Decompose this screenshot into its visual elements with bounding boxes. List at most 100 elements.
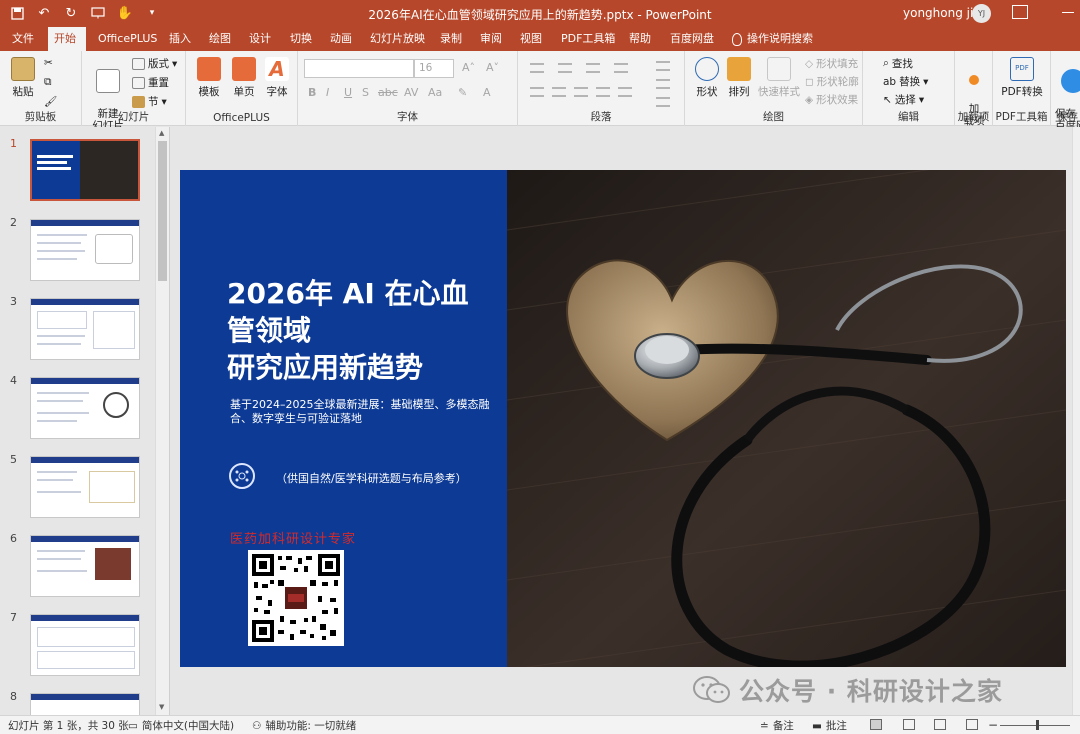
slideshow-view-icon[interactable] [966, 719, 978, 730]
slide-thumbnail-1[interactable] [30, 139, 140, 201]
accessibility-icon: ⚇ [252, 719, 262, 732]
slide-thumbnail-2[interactable] [30, 219, 140, 281]
shape-fill-button[interactable]: ◇ 形状填充 [805, 56, 858, 71]
comment-icon: ▬ [812, 719, 822, 732]
slide-thumbnail-8[interactable] [30, 693, 140, 715]
format-painter-icon[interactable]: 🖌 [44, 95, 57, 108]
zoom-slider[interactable] [1000, 725, 1070, 726]
font-color-icon[interactable]: A [483, 86, 491, 99]
thumbnail-scrollbar[interactable]: ▲ ▼ [155, 127, 169, 715]
stethoscope-heart-photo[interactable] [507, 170, 1066, 667]
slide-expert-label[interactable]: 医药加科研设计专家 [230, 528, 356, 547]
normal-view-icon[interactable] [870, 719, 882, 730]
shapes-button[interactable]: 形状 [693, 55, 721, 99]
template-button[interactable]: 模板 [194, 55, 224, 99]
tab-review[interactable]: 审阅 [474, 27, 508, 51]
smartart-icon[interactable] [656, 97, 670, 107]
cut-icon[interactable]: ✂ [44, 57, 53, 69]
tab-slideshow[interactable]: 幻灯片放映 [364, 27, 431, 51]
slide[interactable]: 2026年 AI 在心血 管领域 研究应用新趋势 基于2024–2025全球最新… [180, 170, 1066, 667]
reset-button[interactable]: 重置 [132, 75, 169, 90]
layout-icon [132, 57, 145, 70]
paste-button[interactable]: 粘贴 [8, 55, 38, 99]
italic-icon[interactable]: I [326, 86, 329, 99]
distribute-icon[interactable] [618, 87, 632, 97]
ribbon-display-options-icon[interactable] [1012, 5, 1028, 19]
slide-thumbnail-4[interactable] [30, 377, 140, 439]
increase-font-icon[interactable]: A˄ [462, 61, 475, 74]
copy-icon[interactable]: ⧉ [44, 76, 52, 89]
shape-outline-button[interactable]: ◻ 形状轮廓 [805, 74, 859, 89]
bold-icon[interactable]: B [308, 86, 316, 99]
avatar[interactable]: YJ [972, 4, 991, 23]
pdf-convert-button[interactable]: PDF PDF转换 [997, 55, 1047, 99]
minimize-icon[interactable] [1062, 12, 1074, 13]
quick-styles-button[interactable]: 快速样式 [757, 55, 801, 99]
accessibility-status[interactable]: ⚇ 辅助功能: 一切就绪 [252, 718, 356, 733]
find-button[interactable]: ⌕ 查找 [883, 56, 913, 71]
slide-thumbnail-3[interactable] [30, 298, 140, 360]
help-search[interactable]: 操作说明搜索 [732, 27, 813, 51]
tab-file[interactable]: 文件 [6, 27, 40, 51]
reading-view-icon[interactable] [934, 719, 946, 730]
font-size-field[interactable]: 16 [414, 59, 454, 78]
slide-title[interactable]: 2026年 AI 在心血 管领域 研究应用新趋势 [227, 275, 507, 386]
replace-button[interactable]: ab 替换 ▾ [883, 74, 928, 89]
align-right-icon[interactable] [574, 87, 588, 97]
align-center-icon[interactable] [552, 87, 566, 97]
tab-draw[interactable]: 绘图 [203, 27, 237, 51]
font-name-field[interactable] [304, 59, 414, 78]
arrange-button[interactable]: 排列 [725, 55, 753, 99]
increase-indent-icon[interactable] [614, 63, 628, 73]
tab-view[interactable]: 视图 [514, 27, 548, 51]
officeplus-font-button[interactable]: A 字体 [262, 55, 292, 99]
underline-icon[interactable]: U [344, 86, 352, 99]
slide-thumbnail-5[interactable] [30, 456, 140, 518]
align-left-icon[interactable] [530, 87, 544, 97]
shadow-icon[interactable]: S [362, 86, 369, 99]
slide-sorter-view-icon[interactable] [903, 719, 915, 730]
text-direction-icon[interactable] [656, 61, 670, 71]
section-button[interactable]: 节 ▾ [132, 94, 167, 109]
tab-home[interactable]: 开始 [48, 27, 86, 51]
strikethrough-icon[interactable]: abc [378, 86, 398, 99]
zoom-out-icon[interactable]: − [988, 718, 998, 732]
user-name[interactable]: yonghong jin [903, 6, 981, 20]
tab-design[interactable]: 设计 [243, 27, 277, 51]
shape-effects-button[interactable]: ◈ 形状效果 [805, 92, 858, 107]
tab-insert[interactable]: 插入 [163, 27, 197, 51]
char-spacing-icon[interactable]: AV [404, 86, 418, 99]
scroll-down-icon[interactable]: ▼ [159, 703, 164, 711]
align-text-icon[interactable] [656, 79, 670, 89]
language-status[interactable]: ▭ 简体中文(中国大陆) [128, 718, 234, 733]
slide-thumbnail-6[interactable] [30, 535, 140, 597]
single-page-button[interactable]: 单页 [229, 55, 259, 99]
justify-icon[interactable] [596, 87, 610, 97]
tab-transitions[interactable]: 切换 [284, 27, 318, 51]
zoom-slider-handle[interactable] [1036, 720, 1039, 730]
numbering-icon[interactable] [558, 63, 572, 73]
decrease-font-icon[interactable]: A˅ [486, 61, 499, 74]
editor-scrollbar[interactable] [1072, 127, 1080, 715]
tab-animations[interactable]: 动画 [324, 27, 358, 51]
scroll-up-icon[interactable]: ▲ [159, 129, 164, 137]
tab-record[interactable]: 录制 [434, 27, 468, 51]
highlight-icon[interactable]: ✎ [458, 86, 467, 99]
notes-button[interactable]: ≐ 备注 [760, 718, 794, 733]
comments-button[interactable]: ▬ 批注 [812, 718, 847, 733]
slide-thumbnail-7[interactable] [30, 614, 140, 676]
tab-baidu-netdisk[interactable]: 百度网盘 [664, 27, 720, 51]
change-case-icon[interactable]: Aa [428, 86, 442, 99]
decrease-indent-icon[interactable] [586, 63, 600, 73]
slide-note[interactable]: （供国自然/医学科研选题与布局参考） [276, 470, 467, 486]
tab-officeplus[interactable]: OfficePLUS [92, 27, 163, 51]
scrollbar-thumb[interactable] [158, 141, 167, 281]
tab-help[interactable]: 帮助 [623, 27, 657, 51]
select-button[interactable]: ↖ 选择 ▾ [883, 92, 924, 107]
slide-editor[interactable]: 2026年 AI 在心血 管领域 研究应用新趋势 基于2024–2025全球最新… [171, 127, 1080, 715]
tab-pdf-toolbox[interactable]: PDF工具箱 [555, 27, 621, 51]
bullets-icon[interactable] [530, 63, 544, 73]
layout-button[interactable]: 版式 ▾ [132, 56, 177, 71]
slide-subtitle[interactable]: 基于2024–2025全球最新进展：基础模型、多模态融合、数字孪生与可验证落地 [230, 398, 498, 426]
qr-code[interactable] [248, 550, 344, 646]
